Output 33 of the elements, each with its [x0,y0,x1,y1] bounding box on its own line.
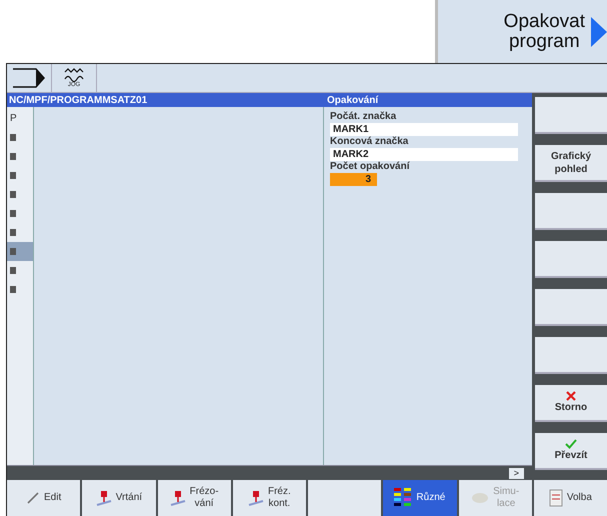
sidebar-item[interactable]: P [7,109,33,128]
wave-icon [63,68,85,82]
input-field[interactable]: MARK1 [330,123,518,136]
tool-icon [248,489,264,507]
field-label: Počet opakování [330,161,410,173]
sidebar-item[interactable] [7,242,33,261]
tool-icon [170,489,186,507]
panel-title: Opakování [326,94,378,106]
arrow-tab-icon [12,66,46,90]
field-label: Koncová značka [330,136,408,148]
softkey[interactable]: Vrtání [82,480,156,516]
input-field[interactable]: 3 [330,173,377,186]
part-icon [471,492,490,504]
softkey[interactable]: Storno [535,385,607,422]
field-label: Počát. značka [330,111,396,123]
softkey[interactable]: Různé [383,480,456,516]
tool-icon [96,489,112,507]
softkey[interactable]: Grafický pohled [535,145,607,182]
softkey[interactable]: Volba [534,480,607,516]
input-field[interactable]: MARK2 [330,148,518,161]
softkey[interactable]: Fréz. kont. [232,480,306,516]
pencil-icon [26,491,40,505]
softkey[interactable]: Frézo- vání [158,480,231,516]
triangle-right-icon [591,16,607,46]
more-button[interactable]: > [508,468,524,478]
close-icon [566,391,576,401]
checkmark-icon [565,439,577,449]
repeat-program-softkey[interactable]: Opakovat program [435,0,607,63]
color-grid-icon [394,488,412,508]
document-icon [548,489,563,507]
softkey[interactable]: Edit [7,480,80,516]
softkey[interactable]: Převzít [535,433,607,470]
program-path: NC/MPF/PROGRAMMSATZ01 [8,94,148,106]
